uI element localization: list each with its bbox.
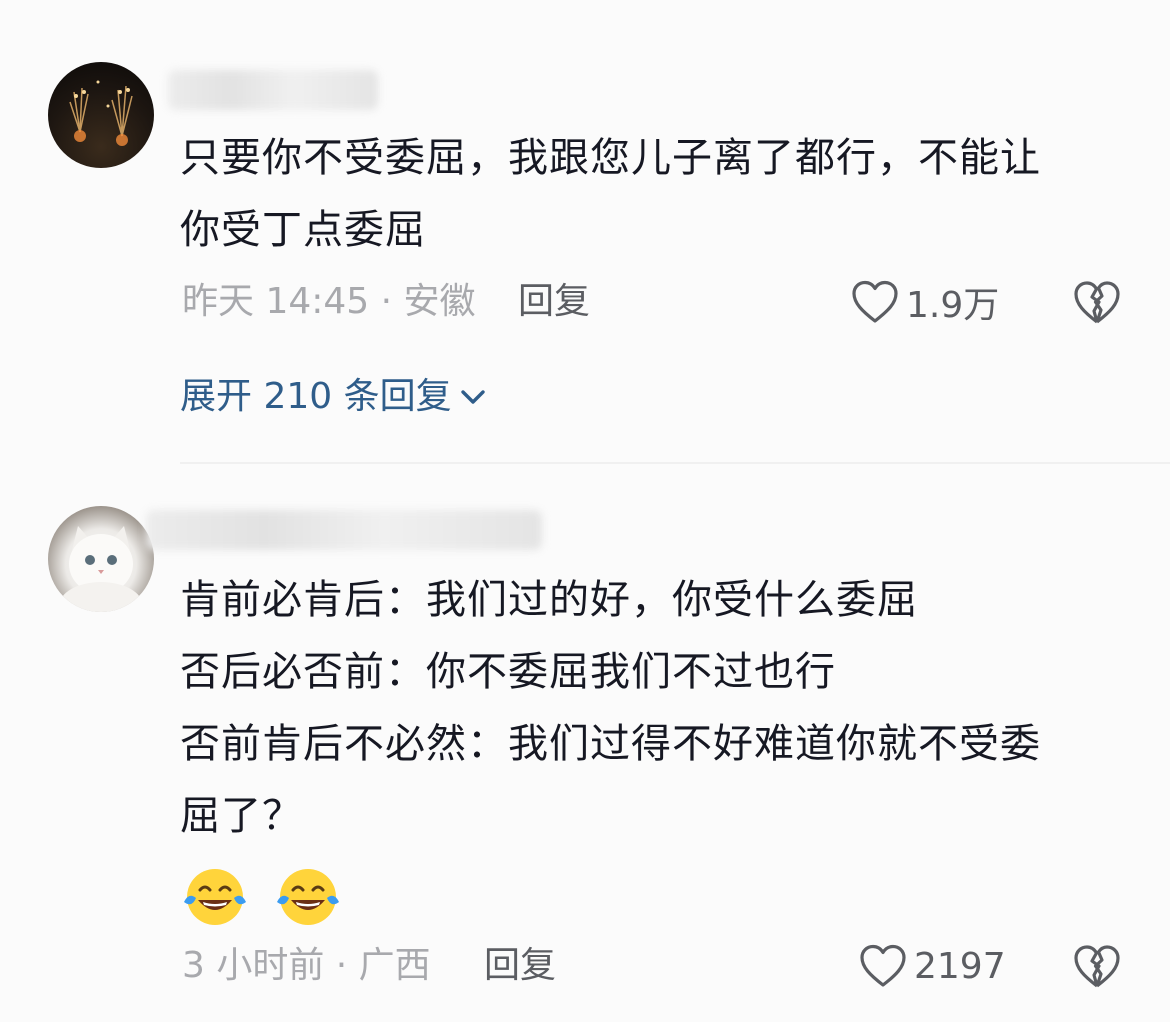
dislike-button[interactable] xyxy=(1072,942,1122,990)
comment-line: 你受丁点委屈 xyxy=(180,207,426,253)
fireworks-icon xyxy=(69,80,133,146)
white-cat-icon xyxy=(59,526,143,612)
comment-meta: 昨天 14:45 · 安徽 xyxy=(182,281,476,322)
like-button[interactable]: 1.9万 xyxy=(850,278,999,326)
dislike-button[interactable] xyxy=(1072,278,1122,326)
username-blurred[interactable] xyxy=(168,70,378,110)
broken-heart-icon xyxy=(1074,281,1120,324)
like-count: 1.9万 xyxy=(906,285,1000,326)
laughing-tears-emoji-icon xyxy=(184,869,246,926)
like-button[interactable]: 2197 xyxy=(858,942,1006,990)
heart-icon xyxy=(860,944,906,987)
comment-line: 否后必否前：你不委屈我们不过也行 xyxy=(180,649,836,695)
comment-meta: 3 小时前 · 广西 xyxy=(182,945,431,986)
expand-replies-button[interactable]: 展开 210 条回复 xyxy=(180,374,488,420)
comment-text: 只要你不受委屈，我跟您儿子离了都行，不能让 你受丁点委屈 xyxy=(180,122,1120,266)
comment-item: 肯前必肯后：我们过的好，你受什么委屈 否后必否前：你不委屈我们不过也行 否前肯后… xyxy=(0,440,1170,1022)
comment-line: 否前肯后不必然：我们过得不好难道你就不受委 xyxy=(180,721,1041,767)
heart-icon xyxy=(852,280,898,323)
comment-text: 肯前必肯后：我们过的好，你受什么委屈 否后必否前：你不委屈我们不过也行 否前肯后… xyxy=(180,564,1120,852)
laughing-tears-emoji-icon xyxy=(277,869,340,926)
comment-line: 肯前必肯后：我们过的好，你受什么委屈 xyxy=(180,577,918,623)
broken-heart-icon xyxy=(1074,945,1120,988)
emoji-row xyxy=(180,858,349,932)
comment-line: 屈了？ xyxy=(180,793,303,839)
chevron-down-icon xyxy=(460,390,485,404)
avatar[interactable] xyxy=(48,506,154,612)
reply-button[interactable]: 回复 xyxy=(518,280,590,324)
comment-item: 只要你不受委屈，我跟您儿子离了都行，不能让 你受丁点委屈 昨天 14:45 · … xyxy=(0,0,1170,464)
reply-button[interactable]: 回复 xyxy=(484,944,556,988)
like-count: 2197 xyxy=(914,945,1006,987)
comment-line: 只要你不受委屈，我跟您儿子离了都行，不能让 xyxy=(180,135,1041,181)
avatar[interactable] xyxy=(48,62,154,168)
username-blurred[interactable] xyxy=(146,510,542,550)
expand-replies-label: 展开 210 条回复 xyxy=(180,376,452,417)
